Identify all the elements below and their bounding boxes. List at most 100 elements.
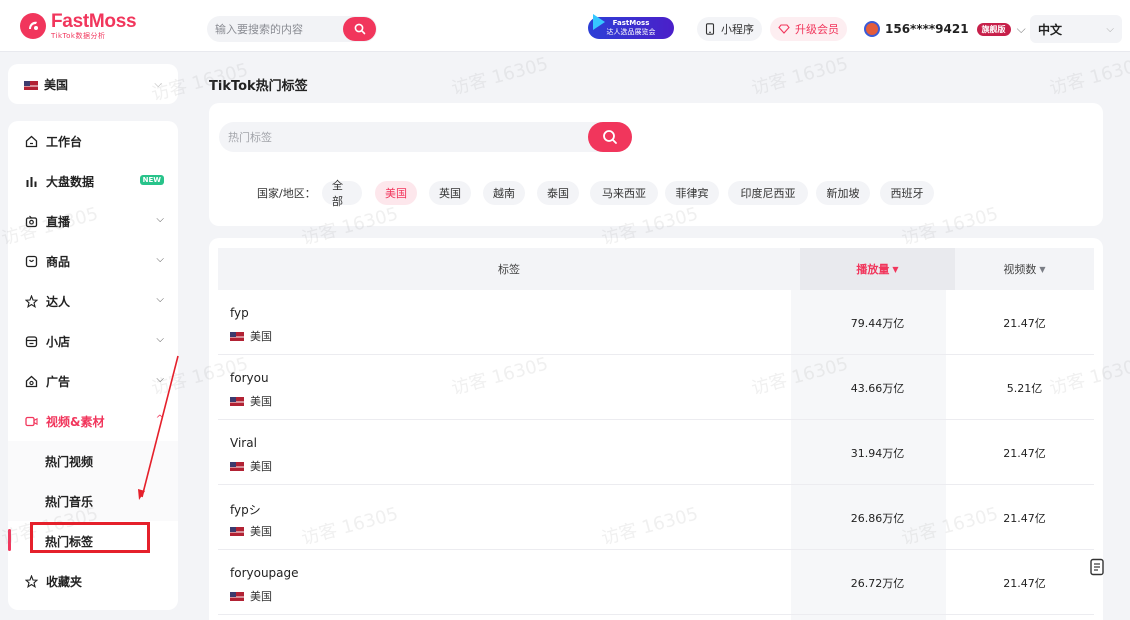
column-header-videos[interactable]: 视频数 ▼ bbox=[955, 248, 1094, 290]
column-header-label: 视频数 bbox=[1003, 263, 1037, 276]
column-header-label: 标签 bbox=[498, 263, 520, 276]
region-text: 美国 bbox=[250, 395, 272, 408]
play-count: 31.94万亿 bbox=[850, 446, 905, 460]
hashtag-search-input[interactable] bbox=[219, 122, 579, 152]
sidebar-item-label: 收藏夹 bbox=[46, 574, 83, 589]
star-outline-icon bbox=[24, 574, 38, 588]
language-select[interactable]: 中文 ⌵ bbox=[1030, 15, 1122, 43]
region-chip-uk[interactable]: 英国 bbox=[429, 181, 471, 205]
sidebar-item-products[interactable]: 商品 ⌵ bbox=[8, 241, 178, 281]
expo-promo-banner[interactable]: FastMoss 达人选品展览会 bbox=[588, 14, 674, 39]
sidebar-item-workbench[interactable]: 工作台 bbox=[8, 121, 178, 161]
region-chip-all[interactable]: 全部 bbox=[322, 179, 362, 208]
video-count: 21.47亿 bbox=[1003, 576, 1046, 590]
hashtag-search-button[interactable] bbox=[588, 122, 632, 152]
hashtag-search bbox=[219, 122, 632, 152]
filter-panel: 国家/地区： 全部 美国 英国 越南 泰国 马来西亚 菲律宾 印度尼西亚 新加坡… bbox=[209, 103, 1103, 226]
play-count: 26.86万亿 bbox=[850, 511, 905, 525]
new-badge: NEW bbox=[139, 175, 164, 185]
user-phone: 156****9421 bbox=[885, 22, 969, 36]
hashtag-name[interactable]: fyp bbox=[230, 306, 249, 320]
global-search-button[interactable] bbox=[343, 17, 376, 41]
region-text: 美国 bbox=[250, 590, 272, 603]
sidebar-item-label: 大盘数据 bbox=[46, 174, 95, 189]
search-icon bbox=[354, 23, 365, 35]
document-icon[interactable] bbox=[1088, 558, 1106, 576]
sidebar-item-creators[interactable]: 达人 ⌵ bbox=[8, 281, 178, 321]
fastmoss-logo-icon bbox=[20, 13, 46, 39]
hashtag-region: 美国 bbox=[230, 523, 272, 539]
watermark: 访客 16305 bbox=[449, 53, 551, 100]
top-header: FastMoss TikTok数据分析 FastMoss 达人选品展览会 小程序… bbox=[0, 0, 1130, 52]
chevron-down-icon: ⌵ bbox=[156, 254, 164, 265]
us-flag-icon bbox=[230, 591, 244, 601]
sidebar-item-market-data[interactable]: 大盘数据 NEW bbox=[8, 161, 178, 201]
column-header-label: 播放量 bbox=[856, 263, 890, 276]
play-icon bbox=[593, 14, 605, 30]
sidebar-item-favorites[interactable]: 收藏夹 bbox=[8, 561, 178, 601]
hashtag-name[interactable]: foryoupage bbox=[230, 566, 299, 580]
region-chip-us[interactable]: 美国 bbox=[375, 181, 417, 205]
video-icon bbox=[24, 414, 38, 428]
watermark: 访客 16305 bbox=[749, 53, 851, 100]
video-count: 21.47亿 bbox=[1003, 446, 1046, 460]
chevron-down-icon: ⌵ bbox=[154, 78, 162, 90]
active-indicator bbox=[8, 529, 11, 551]
chevron-down-icon: ⌵ bbox=[156, 214, 164, 225]
sidebar-subitem-hot-music[interactable]: 热门音乐 bbox=[8, 481, 178, 521]
table-row[interactable]: foryoupage 美国 26.72万亿 21.47亿 bbox=[218, 550, 1094, 615]
sort-desc-icon: ▼ bbox=[1039, 264, 1046, 274]
logo-title: FastMoss bbox=[51, 11, 137, 32]
region-chip-singapore[interactable]: 新加坡 bbox=[816, 181, 870, 205]
column-header-plays[interactable]: 播放量 ▼ bbox=[800, 248, 955, 290]
global-search-input[interactable] bbox=[207, 16, 337, 42]
region-text: 美国 bbox=[250, 525, 272, 538]
sidebar-item-video-material[interactable]: 视频&素材 ^ bbox=[8, 401, 178, 441]
chevron-down-icon: ⌵ bbox=[156, 294, 164, 305]
watermark: 访客 16305 bbox=[1047, 53, 1130, 100]
video-count: 21.47亿 bbox=[1003, 511, 1046, 525]
avatar bbox=[864, 21, 880, 37]
product-icon bbox=[24, 254, 38, 268]
hashtag-region: 美国 bbox=[230, 588, 272, 604]
video-count: 5.21亿 bbox=[1006, 381, 1043, 395]
sidebar-item-live[interactable]: 直播 ⌵ bbox=[8, 201, 178, 241]
region-chip-vietnam[interactable]: 越南 bbox=[483, 181, 525, 205]
table-row[interactable]: foryou 美国 43.66万亿 5.21亿 bbox=[218, 355, 1094, 420]
sidebar-item-ads[interactable]: 广告 ⌵ bbox=[8, 361, 178, 401]
region-text: 美国 bbox=[250, 330, 272, 343]
upgrade-button[interactable]: 升级会员 bbox=[770, 17, 847, 41]
hashtag-name[interactable]: fypシ bbox=[230, 501, 261, 518]
logo[interactable]: FastMoss TikTok数据分析 bbox=[20, 11, 137, 40]
region-select[interactable]: 美国 ⌵ bbox=[8, 64, 178, 104]
region-chip-thailand[interactable]: 泰国 bbox=[537, 181, 579, 205]
column-header-tag: 标签 bbox=[218, 248, 800, 290]
table-row[interactable]: fyp 美国 79.44万亿 21.47亿 bbox=[218, 290, 1094, 355]
upgrade-label: 升级会员 bbox=[795, 23, 839, 36]
region-chip-malaysia[interactable]: 马来西亚 bbox=[590, 181, 658, 205]
language-label: 中文 bbox=[1038, 22, 1063, 37]
live-icon bbox=[24, 214, 38, 228]
shop-icon bbox=[24, 334, 38, 348]
table-row[interactable]: fypシ 美国 26.86万亿 21.47亿 bbox=[218, 485, 1094, 550]
global-search bbox=[207, 16, 377, 42]
table-row[interactable]: Viral 美国 31.94万亿 21.47亿 bbox=[218, 420, 1094, 485]
us-flag-icon bbox=[230, 461, 244, 471]
hashtag-name[interactable]: Viral bbox=[230, 436, 257, 450]
region-chip-indonesia[interactable]: 印度尼西亚 bbox=[728, 181, 808, 205]
ad-icon bbox=[24, 374, 38, 388]
hashtag-region: 美国 bbox=[230, 393, 272, 409]
user-menu[interactable]: 156****9421 旗舰版 ⌵ bbox=[856, 17, 1034, 41]
sidebar-item-shop[interactable]: 小店 ⌵ bbox=[8, 321, 178, 361]
bar-chart-icon bbox=[24, 174, 38, 188]
phone-icon bbox=[705, 23, 715, 35]
mini-program-button[interactable]: 小程序 bbox=[697, 17, 762, 41]
region-chip-spain[interactable]: 西班牙 bbox=[880, 181, 934, 205]
region-text: 美国 bbox=[250, 460, 272, 473]
hashtag-region: 美国 bbox=[230, 328, 272, 344]
sidebar-subitem-hot-videos[interactable]: 热门视频 bbox=[8, 441, 178, 481]
hashtag-name[interactable]: foryou bbox=[230, 371, 269, 385]
chevron-down-icon: ⌵ bbox=[1016, 21, 1026, 36]
sidebar-item-label: 达人 bbox=[46, 294, 71, 309]
region-chip-philippines[interactable]: 菲律宾 bbox=[665, 181, 719, 205]
